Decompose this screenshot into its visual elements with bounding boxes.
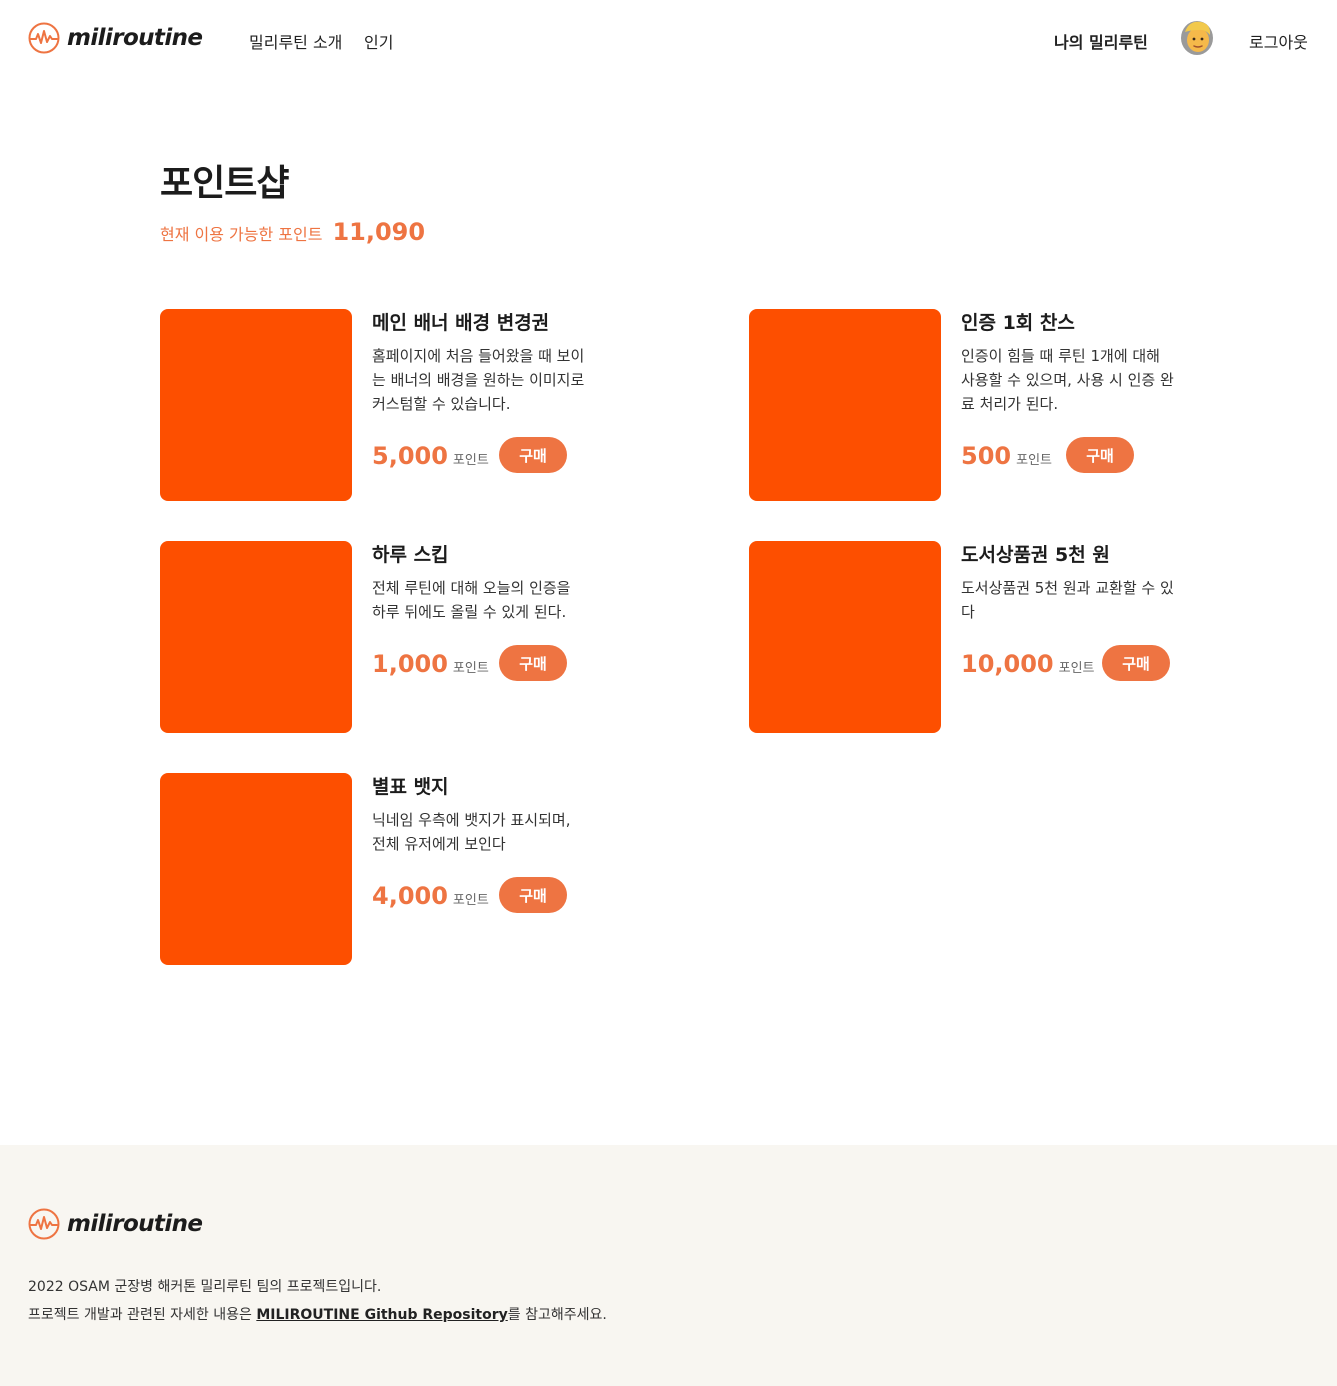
item-price: 500 포인트 [961, 442, 1052, 470]
logout-link[interactable]: 로그아웃 [1249, 29, 1308, 53]
points-label: 현재 이용 가능한 포인트 [160, 225, 323, 244]
item-thumbnail [160, 309, 352, 501]
buy-button[interactable]: 구매 [1102, 645, 1170, 681]
pulse-circle-icon [28, 1208, 60, 1240]
page-title: 포인트샵 [160, 163, 289, 204]
item-name: 하루 스킵 [372, 544, 449, 566]
item-price-unit: 포인트 [1016, 453, 1052, 468]
shop-item: 별표 뱃지 닉네임 우측에 뱃지가 표시되며, 전체 유저에게 보인다 4,00… [160, 773, 720, 965]
item-thumbnail [749, 309, 941, 501]
item-description: 닉네임 우측에 뱃지가 표시되며, 전체 유저에게 보인다 [372, 811, 571, 853]
item-thumbnail [749, 541, 941, 733]
item-name: 인증 1회 찬스 [961, 312, 1075, 334]
item-description: 전체 루틴에 대해 오늘의 인증을 하루 뒤에도 올릴 수 있게 된다. [372, 579, 571, 621]
item-price-value: 500 [961, 442, 1012, 470]
item-name: 메인 배너 배경 변경권 [372, 312, 550, 334]
footer-logo: miliroutine [28, 1208, 203, 1240]
item-thumbnail [160, 773, 352, 965]
item-price-value: 1,000 [372, 650, 448, 678]
item-price-value: 10,000 [961, 650, 1054, 678]
shop-item: 인증 1회 찬스 인증이 힘들 때 루틴 1개에 대해 사용할 수 있으며, 사… [749, 309, 1309, 501]
footer-repo-note: 프로젝트 개발과 관련된 자세한 내용은 MILIROUTINE Github … [28, 1304, 607, 1324]
item-price: 1,000 포인트 [372, 650, 489, 678]
header-logo[interactable]: miliroutine [28, 22, 203, 54]
item-price: 4,000 포인트 [372, 882, 489, 910]
shop-item: 메인 배너 배경 변경권 홈페이지에 처음 들어왔을 때 보이는 배너의 배경을… [160, 309, 720, 501]
points-value: 11,090 [332, 218, 426, 246]
nav-popular-link[interactable]: 인기 [364, 29, 393, 53]
item-description: 홈페이지에 처음 들어왔을 때 보이는 배너의 배경을 원하는 이미지로 커스텀… [372, 347, 585, 413]
item-price: 5,000 포인트 [372, 442, 489, 470]
item-name: 별표 뱃지 [372, 776, 449, 798]
item-thumbnail [160, 541, 352, 733]
pulse-circle-icon [28, 22, 60, 54]
item-price-unit: 포인트 [452, 893, 489, 908]
buy-button[interactable]: 구매 [499, 645, 567, 681]
logo-text: miliroutine [67, 1211, 203, 1237]
item-price-value: 4,000 [372, 882, 448, 910]
available-points: 현재 이용 가능한 포인트 11,090 [160, 218, 425, 246]
footer-repo-suffix: 를 참고해주세요. [507, 1307, 607, 1323]
item-price-unit: 포인트 [452, 661, 489, 676]
item-price: 10,000 포인트 [961, 650, 1095, 678]
buy-button[interactable]: 구매 [499, 437, 567, 473]
item-price-unit: 포인트 [452, 453, 489, 468]
avatar[interactable] [1179, 18, 1215, 56]
item-price-value: 5,000 [372, 442, 448, 470]
nav-intro-link[interactable]: 밀리루틴 소개 [249, 29, 342, 53]
logo-text: miliroutine [67, 25, 203, 51]
shop-item: 하루 스킵 전체 루틴에 대해 오늘의 인증을 하루 뒤에도 올릴 수 있게 된… [160, 541, 720, 733]
buy-button[interactable]: 구매 [499, 877, 567, 913]
nav-my-routine-link[interactable]: 나의 밀리루틴 [1054, 29, 1148, 53]
item-description: 도서상품권 5천 원과 교환할 수 있다 [961, 579, 1174, 621]
github-repo-link[interactable]: MILIROUTINE Github Repository [256, 1307, 507, 1323]
footer-credit: 2022 OSAM 군장병 해커톤 밀리루틴 팀의 프로젝트입니다. [28, 1279, 382, 1295]
item-price-unit: 포인트 [1058, 661, 1095, 676]
shop-item: 도서상품권 5천 원 도서상품권 5천 원과 교환할 수 있다 10,000 포… [749, 541, 1309, 733]
item-description: 인증이 힘들 때 루틴 1개에 대해 사용할 수 있으며, 사용 시 인증 완료… [961, 347, 1174, 413]
item-name: 도서상품권 5천 원 [961, 544, 1110, 566]
header: miliroutine 밀리루틴 소개 인기 나의 밀리루틴 로그아웃 [0, 0, 1337, 80]
footer: miliroutine 2022 OSAM 군장병 해커톤 밀리루틴 팀의 프로… [0, 1145, 1337, 1386]
footer-repo-prefix: 프로젝트 개발과 관련된 자세한 내용은 [28, 1307, 257, 1323]
buy-button[interactable]: 구매 [1066, 437, 1134, 473]
